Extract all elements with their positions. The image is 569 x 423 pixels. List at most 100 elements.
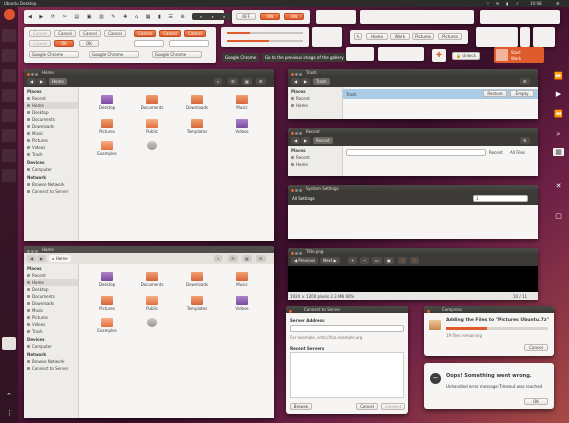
folder-item[interactable]: Documents <box>137 95 167 110</box>
sidebar-item-browse-network[interactable]: Browse Network <box>24 358 78 365</box>
sidebar-item-trash[interactable]: Trash <box>24 151 78 158</box>
check-strip[interactable] <box>360 10 474 24</box>
sidebar-item-home[interactable]: Home <box>288 102 342 109</box>
forward-button[interactable]: ▶ <box>301 78 311 85</box>
window-controls[interactable] <box>289 308 293 315</box>
back-button[interactable]: ◀ <box>291 137 301 144</box>
slider[interactable] <box>227 40 303 42</box>
fast-forward-icon[interactable]: ⏩ <box>553 72 564 80</box>
sidebar-item-browse-network[interactable]: Browse Network <box>24 181 78 188</box>
ok-button[interactable]: OK <box>524 398 548 405</box>
folder-item[interactable]: Videos <box>227 119 257 134</box>
cancel-button[interactable]: Cancel <box>356 403 378 410</box>
zoom-icon[interactable]: ⌕ <box>553 130 564 138</box>
launcher-app-icon[interactable] <box>2 149 16 162</box>
toggle-on[interactable]: ON <box>260 13 280 20</box>
restore-button[interactable]: Restore <box>483 90 507 97</box>
window-controls[interactable] <box>427 308 431 315</box>
cancel-button[interactable]: Cancel <box>29 40 51 47</box>
volume-icon[interactable]: ♪ <box>516 0 519 7</box>
folder-item[interactable]: Music <box>227 272 257 287</box>
cancel-button[interactable]: Cancel <box>79 30 101 37</box>
sidebar-item-pictures[interactable]: Pictures <box>24 314 78 321</box>
ok-button[interactable]: OK <box>54 40 74 47</box>
combo-box[interactable]: Google Chrome <box>29 51 79 58</box>
toggle-off[interactable]: OFF <box>236 13 256 20</box>
gear-icon[interactable]: ⚙ <box>520 78 530 85</box>
sidebar-item-recent[interactable]: Recent <box>288 95 342 102</box>
battery-icon[interactable]: ▮ <box>506 0 508 7</box>
trash-icon[interactable] <box>2 337 16 350</box>
play-icon[interactable]: ▶ <box>553 90 564 98</box>
button-row[interactable] <box>346 47 374 61</box>
sidebar-item-music[interactable]: Music <box>24 307 78 314</box>
path-pictures[interactable]: Pictures <box>412 33 434 40</box>
sidebar-item-downloads[interactable]: Downloads <box>24 300 78 307</box>
launcher-software-icon[interactable] <box>2 69 16 82</box>
sidebar-item-home[interactable]: Home <box>288 161 342 168</box>
cancel-button[interactable]: Cancel <box>54 30 76 37</box>
previous-button[interactable]: ◀ Previous <box>291 257 319 264</box>
folder-item[interactable]: Examples <box>92 141 122 156</box>
sidebar-item-connect-server[interactable]: Connect to Server <box>24 188 78 195</box>
folder-item[interactable]: Downloads <box>182 272 212 287</box>
sidebar-item-music[interactable]: Music <box>24 130 78 137</box>
search-input[interactable]: 1 <box>473 195 528 202</box>
recent-servers-list[interactable] <box>290 352 404 398</box>
sidebar-item-computer[interactable]: Computer <box>24 343 78 350</box>
sidebar-item-documents[interactable]: Documents <box>24 293 78 300</box>
path-home-button[interactable]: ⌂ Home <box>49 255 71 262</box>
gear-icon[interactable]: ⚙ <box>256 255 266 262</box>
folder-item[interactable]: Music <box>227 95 257 110</box>
sidebar-item-recent[interactable]: Recent <box>24 95 78 102</box>
slider[interactable] <box>227 32 303 34</box>
scope-recent[interactable]: Recent <box>489 150 503 155</box>
launcher-settings-icon[interactable] <box>2 109 16 122</box>
sidebar-item-trash[interactable]: Trash <box>24 328 78 335</box>
empty-button[interactable]: Empty <box>510 90 534 97</box>
cancel-button[interactable]: Cancel <box>184 30 206 37</box>
text-field[interactable] <box>134 40 164 47</box>
path-recent-button[interactable]: Recent <box>313 137 333 144</box>
launcher-terminal-icon[interactable] <box>2 129 16 142</box>
ok-button[interactable]: OK <box>79 40 99 47</box>
list-view-icon[interactable]: ☰ <box>228 255 238 262</box>
maximize-icon[interactable]: ▢ <box>553 212 564 220</box>
folder-item[interactable]: Pictures <box>92 296 122 311</box>
cancel-button[interactable]: Cancel <box>524 344 548 351</box>
folder-item[interactable]: Pictures <box>92 119 122 134</box>
path-home[interactable]: Home <box>366 33 388 40</box>
file-item[interactable] <box>137 318 167 328</box>
back-button[interactable]: ◀ <box>291 78 301 85</box>
sidebar-item-desktop[interactable]: Desktop <box>24 286 78 293</box>
pencil-icon[interactable]: ✎ <box>354 33 362 40</box>
vscroll[interactable] <box>520 27 530 47</box>
sidebar-item-downloads[interactable]: Downloads <box>24 123 78 130</box>
rotate-left-icon[interactable]: ↺ <box>398 257 408 264</box>
forward-button[interactable]: ▶ <box>37 255 47 262</box>
zoom-out-icon[interactable]: − <box>360 257 370 264</box>
search-icon[interactable]: ⌕ <box>214 255 223 262</box>
sidebar-item-recent[interactable]: Recent <box>24 272 78 279</box>
sidebar-item-home[interactable]: Home <box>24 279 78 286</box>
chevron-up-icon[interactable]: ⌃ <box>6 392 12 400</box>
add-icon[interactable]: ✚ <box>432 49 446 62</box>
path-trash-button[interactable]: Trash <box>313 78 330 85</box>
spin-field[interactable] <box>169 40 209 47</box>
cancel-button[interactable]: Cancel <box>159 30 181 37</box>
sidebar-item-videos[interactable]: Videos <box>24 321 78 328</box>
server-address-input[interactable] <box>290 325 404 332</box>
sidebar-item-desktop[interactable]: Desktop <box>24 109 78 116</box>
spin-strip[interactable] <box>480 10 560 24</box>
grid-icon[interactable]: ▦ <box>553 148 564 156</box>
forward-button[interactable]: ▶ <box>301 137 311 144</box>
sidebar-item-connect-server[interactable]: Connect to Server <box>24 365 78 372</box>
folder-item[interactable]: Public <box>137 119 167 134</box>
gear-icon[interactable]: ⚙ <box>520 137 530 144</box>
connect-button[interactable]: Connect <box>381 403 405 410</box>
list-view-icon[interactable]: ☰ <box>228 78 238 85</box>
browse-button[interactable]: Browse <box>290 403 312 410</box>
launcher-office-icon[interactable] <box>2 89 16 102</box>
folder-item[interactable]: Desktop <box>92 95 122 110</box>
arrow-buttons[interactable] <box>312 27 342 47</box>
